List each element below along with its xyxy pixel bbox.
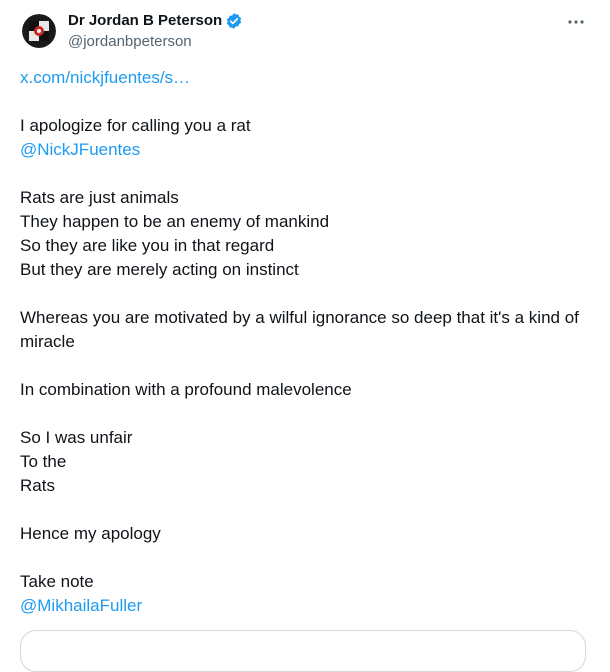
text-line: So they are like you in that regard bbox=[20, 236, 275, 255]
text-line: Hence my apology bbox=[20, 524, 161, 543]
text-line: They happen to be an enemy of mankind bbox=[20, 212, 330, 231]
text-line: But they are merely acting on instinct bbox=[20, 260, 299, 279]
quoted-post-card[interactable] bbox=[20, 630, 586, 672]
tweet-text: x.com/nickjfuentes/s… I apologize for ca… bbox=[20, 66, 590, 618]
text-line: Take note bbox=[20, 572, 94, 591]
author-handle[interactable]: @jordanbpeterson bbox=[68, 32, 192, 52]
avatar-image bbox=[22, 14, 56, 48]
mention-link[interactable]: @MikhailaFuller bbox=[20, 594, 590, 618]
tweet: Dr Jordan B Peterson @jordanbpeterson x.… bbox=[0, 0, 610, 672]
more-options-button[interactable] bbox=[560, 10, 592, 34]
author-name-row: Dr Jordan B Peterson bbox=[68, 11, 243, 31]
text-line: Rats are just animals bbox=[20, 188, 179, 207]
text-line: In combination with a profound malevolen… bbox=[20, 380, 352, 399]
verified-badge-icon bbox=[225, 12, 243, 30]
display-name[interactable]: Dr Jordan B Peterson bbox=[68, 11, 222, 31]
text-line: To the bbox=[20, 452, 67, 471]
avatar[interactable] bbox=[22, 14, 56, 48]
mention-link[interactable]: @NickJFuentes bbox=[20, 138, 590, 162]
quoted-post-link[interactable]: x.com/nickjfuentes/s… bbox=[20, 66, 590, 90]
more-horizontal-icon bbox=[568, 20, 584, 24]
text-line: So I was unfair bbox=[20, 428, 133, 447]
text-line: Whereas you are motivated by a wilful ig… bbox=[20, 308, 579, 351]
text-line: I apologize for calling you a rat bbox=[20, 116, 251, 135]
text-line: Rats bbox=[20, 476, 55, 495]
